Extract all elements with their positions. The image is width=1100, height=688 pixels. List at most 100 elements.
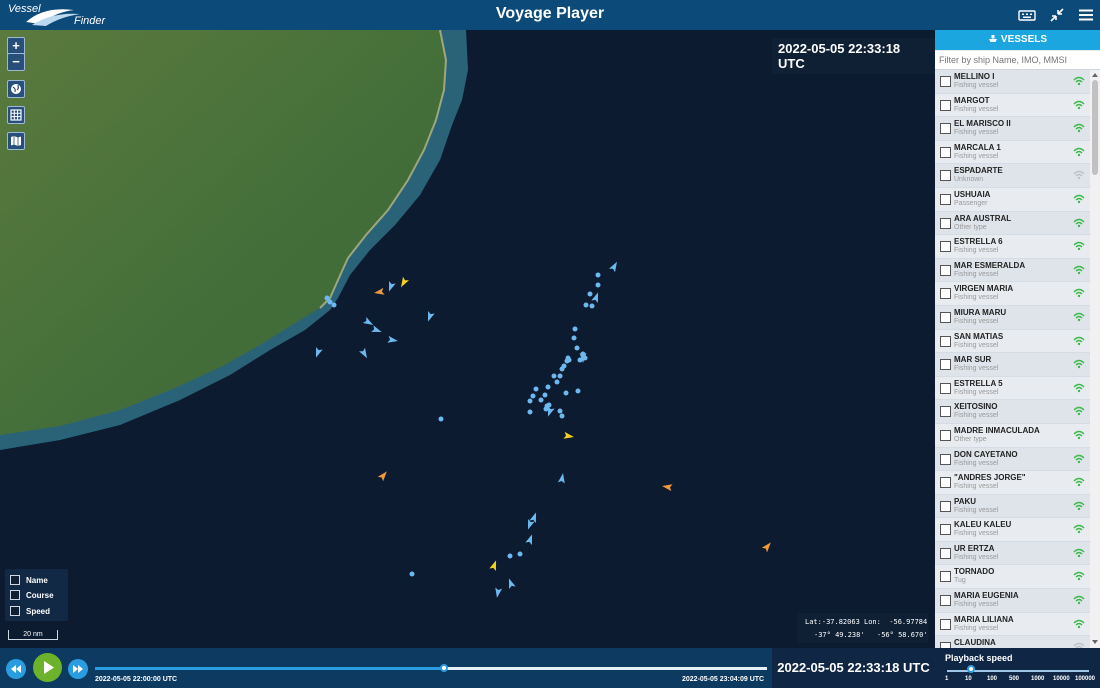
speed-checkbox[interactable] <box>10 606 20 616</box>
vessel-checkbox[interactable] <box>940 382 951 394</box>
menu-icon[interactable] <box>1077 6 1095 24</box>
scroll-up-icon[interactable] <box>1090 71 1100 79</box>
vessel-row[interactable]: MAR ESMERALDA Fishing vessel <box>935 258 1090 283</box>
vessel-arrow[interactable] <box>608 260 620 273</box>
vessel-dot[interactable] <box>571 335 577 341</box>
vessel-arrow[interactable] <box>506 577 516 589</box>
vessel-dot[interactable] <box>527 409 533 415</box>
vessel-dot[interactable] <box>438 416 444 422</box>
vessel-dot[interactable] <box>327 299 333 305</box>
timeline-track[interactable] <box>95 664 767 672</box>
vessel-dot[interactable] <box>545 384 551 390</box>
speed-tick-label[interactable]: 1000 <box>1031 676 1044 682</box>
vessel-row[interactable]: XEITOSINO Fishing vessel <box>935 400 1090 424</box>
vessel-row[interactable]: TORNADO Tug <box>935 565 1090 590</box>
vessel-row[interactable]: MAR SUR Fishing vessel <box>935 353 1090 377</box>
vessel-checkbox[interactable] <box>940 264 951 276</box>
vessel-checkbox[interactable] <box>940 406 951 418</box>
speed-tick-label[interactable]: 100000 <box>1075 676 1095 682</box>
vessel-row[interactable]: MARGOT Fishing vessel <box>935 94 1090 118</box>
toggle-course[interactable]: Course <box>10 589 54 601</box>
vessel-filter-input[interactable] <box>935 51 1100 70</box>
vessel-checkbox[interactable] <box>940 170 951 182</box>
vessel-checkbox[interactable] <box>940 429 951 441</box>
vessel-dot[interactable] <box>533 386 539 392</box>
vessel-dot[interactable] <box>583 302 589 308</box>
vessel-arrow[interactable] <box>386 281 396 293</box>
scroll-down-icon[interactable] <box>1090 638 1100 646</box>
vessel-dot[interactable] <box>538 397 544 403</box>
vessel-row[interactable]: UR ERTZA Fishing vessel <box>935 541 1090 566</box>
vessel-checkbox[interactable] <box>940 241 951 253</box>
vessel-arrow[interactable] <box>313 347 323 359</box>
speed-tick-label[interactable]: 500 <box>1009 676 1019 682</box>
vessel-row[interactable]: MARIA LILIANA Fishing vessel <box>935 613 1090 637</box>
vessel-checkbox[interactable] <box>940 193 951 205</box>
vessel-arrow[interactable] <box>362 316 375 328</box>
collapse-icon[interactable] <box>1048 6 1066 24</box>
vessel-dot[interactable] <box>324 295 330 301</box>
vessel-dot[interactable] <box>587 291 593 297</box>
vessel-row[interactable]: ESPADARTE Unknown <box>935 164 1090 188</box>
vessel-arrow[interactable] <box>525 533 535 545</box>
map-layers-button[interactable] <box>7 132 25 150</box>
vessel-checkbox[interactable] <box>940 311 951 323</box>
vessel-arrow[interactable] <box>529 511 539 523</box>
vessel-dot[interactable] <box>566 357 572 363</box>
vessel-checkbox[interactable] <box>940 500 951 512</box>
speed-tick-label[interactable]: 1 <box>945 676 948 682</box>
vessel-dot[interactable] <box>543 406 549 412</box>
map-area[interactable]: + − 2022-05-05 22:33:18 UTC Name Course … <box>0 30 935 648</box>
grid-button[interactable] <box>7 106 25 124</box>
vessel-row[interactable]: MIURA MARU Fishing vessel <box>935 305 1090 330</box>
vessel-dot[interactable] <box>572 326 578 332</box>
speed-tick-label[interactable]: 10000 <box>1053 676 1070 682</box>
toggle-name[interactable]: Name <box>10 574 48 586</box>
vessel-row[interactable]: EL MARISCO II Fishing vessel <box>935 117 1090 141</box>
vessel-arrow[interactable] <box>398 276 410 289</box>
map-canvas[interactable] <box>0 30 935 648</box>
vessel-markers[interactable] <box>313 260 774 598</box>
vessel-row[interactable]: ARA AUSTRAL Other type <box>935 211 1090 236</box>
vessel-dot[interactable] <box>331 302 337 308</box>
vessel-arrow[interactable] <box>358 347 370 360</box>
vessel-row[interactable]: "ANDRES JORGE" Fishing vessel <box>935 471 1090 495</box>
vessel-checkbox[interactable] <box>940 595 951 607</box>
vessel-row[interactable]: VIRGEN MARIA Fishing vessel <box>935 282 1090 306</box>
vessel-checkbox[interactable] <box>940 146 951 158</box>
vessel-dot[interactable] <box>507 553 513 559</box>
vessel-dot[interactable] <box>554 379 560 385</box>
play-button[interactable] <box>33 653 62 682</box>
vessel-row[interactable]: ESTRELLA 6 Fishing vessel <box>935 235 1090 259</box>
vessel-arrow[interactable] <box>489 559 499 571</box>
vessel-list-scrollbar[interactable] <box>1090 70 1100 648</box>
vessel-row[interactable]: KALEU KALEU Fishing vessel <box>935 518 1090 542</box>
vessel-row[interactable]: PAKU Fishing vessel <box>935 494 1090 519</box>
timeline-handle[interactable] <box>440 664 449 672</box>
vessel-row[interactable]: MARIA EUGENIA Fishing vessel <box>935 589 1090 613</box>
vessel-dot[interactable] <box>595 282 601 288</box>
vessel-dot[interactable] <box>559 366 565 372</box>
vessel-dot[interactable] <box>575 388 581 394</box>
vessel-row[interactable]: CLAUDINA <box>935 636 1090 648</box>
vessel-checkbox[interactable] <box>940 524 951 536</box>
scrollbar-thumb[interactable] <box>1092 80 1098 175</box>
vessel-row[interactable]: MARCALA 1 Fishing vessel <box>935 141 1090 165</box>
vessel-checkbox[interactable] <box>940 99 951 111</box>
vessel-checkbox[interactable] <box>940 359 951 371</box>
vessel-dot[interactable] <box>409 571 415 577</box>
vessel-arrow[interactable] <box>591 291 601 303</box>
vessel-dot[interactable] <box>557 408 563 414</box>
vessel-arrow[interactable] <box>387 335 398 345</box>
vessel-checkbox[interactable] <box>940 547 951 559</box>
rewind-button[interactable] <box>6 659 26 679</box>
vessel-dot[interactable] <box>546 402 552 408</box>
speed-tick-label[interactable]: 10 <box>965 676 972 682</box>
vessel-dot[interactable] <box>574 345 580 351</box>
vessel-arrow[interactable] <box>661 483 673 492</box>
vessel-checkbox[interactable] <box>940 335 951 347</box>
vessel-checkbox[interactable] <box>940 453 951 465</box>
globe-button[interactable] <box>7 80 25 98</box>
vessel-row[interactable]: SAN MATIAS Fishing vessel <box>935 330 1090 354</box>
toggle-speed[interactable]: Speed <box>10 605 50 617</box>
